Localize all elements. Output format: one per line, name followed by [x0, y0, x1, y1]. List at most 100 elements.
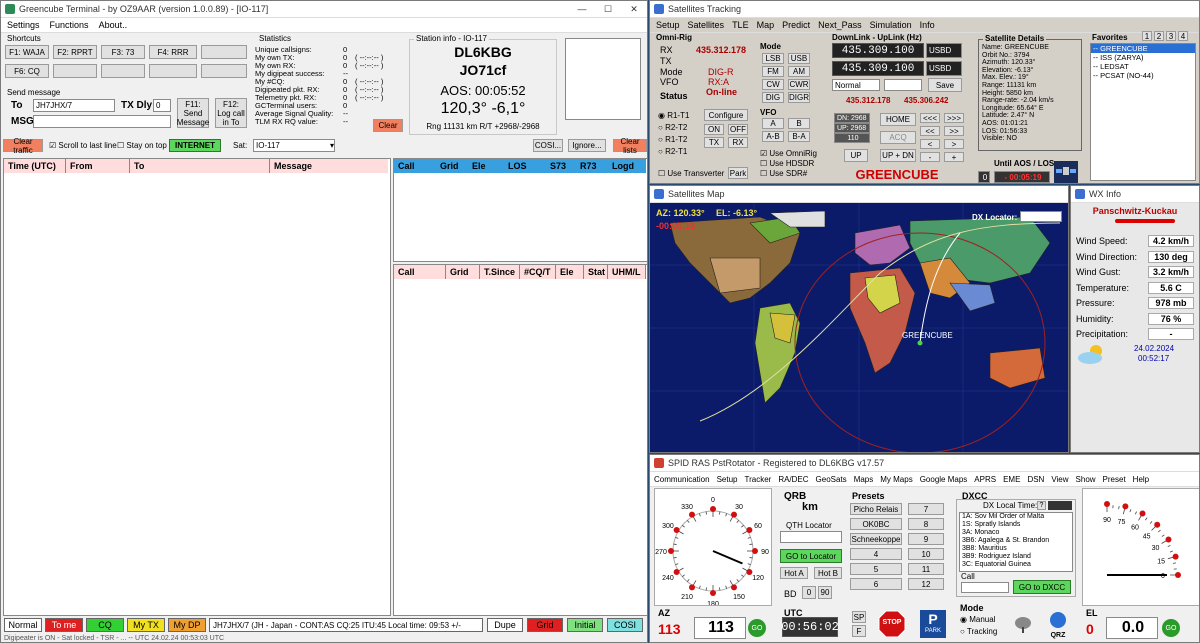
dxcc-item[interactable]: 3A: Monaco — [960, 529, 1072, 537]
f-button[interactable]: F — [852, 625, 866, 637]
list2-col[interactable]: #CQ/T — [520, 265, 556, 279]
configure-button[interactable]: Configure — [704, 109, 748, 121]
favorite-item[interactable]: -- GREENCUBE — [1091, 44, 1195, 53]
dx-locator-input[interactable] — [1020, 211, 1062, 222]
dxcc-item[interactable]: 3B8: Mauritius — [960, 545, 1072, 553]
list2-col[interactable]: UHM/L — [608, 265, 646, 279]
azimuth-dial[interactable]: 0 30 60 90 120 150 180 210 240 270 300 330 — [655, 489, 771, 608]
go-to-locator-button[interactable]: GO to Locator — [780, 549, 842, 563]
col-from[interactable]: From — [66, 159, 130, 173]
use-sdr-checkbox[interactable]: ☐ Use SDR# — [760, 169, 807, 178]
rig-radio[interactable]: ○ R1-T2 — [658, 135, 687, 144]
filter-mytx-button[interactable]: My TX — [127, 618, 165, 632]
mode-button[interactable]: CW — [762, 79, 784, 90]
rotator-menu-item[interactable]: Communication — [654, 475, 710, 484]
preset-button[interactable]: OK0BC — [850, 518, 902, 530]
filter-initial-button[interactable]: Initial — [567, 618, 603, 632]
step-left-small-button[interactable]: < — [920, 139, 940, 149]
shortcut-f1-button[interactable]: F1: WAJA — [5, 45, 49, 59]
tracking-menu-item[interactable]: Simulation — [870, 20, 912, 30]
plus-button[interactable]: + — [944, 152, 964, 162]
list2-col[interactable]: Grid — [446, 265, 480, 279]
shortcut-f6-button[interactable]: F6: CQ — [5, 64, 49, 78]
rig-radio[interactable]: ◉ R1-T1 — [658, 111, 689, 120]
list1-col[interactable]: Grid — [436, 159, 468, 173]
step-left-button[interactable]: << — [920, 126, 940, 136]
tracking-menu-item[interactable]: TLE — [732, 20, 749, 30]
uplink-frequency[interactable]: 435.309.100 — [832, 61, 924, 76]
vfo-ab-button[interactable]: A-B — [762, 131, 784, 142]
use-hdsdr-checkbox[interactable]: ☐ Use HDSDR — [760, 159, 814, 168]
station-list[interactable]: Call Grid Ele LOS S73 R73 Logd — [393, 158, 647, 262]
vfo-ba-button[interactable]: B-A — [788, 131, 810, 142]
ignore-button[interactable]: Ignore... — [568, 139, 606, 152]
rig-radio[interactable]: ○ R2-T2 — [658, 123, 687, 132]
dxcc-item[interactable]: 3B6: Agalega & St. Brandon — [960, 537, 1072, 545]
shortcut-f4-button[interactable]: F4: RRR — [149, 45, 197, 59]
filter-cosi-button[interactable]: COSI — [607, 618, 643, 632]
sp-button[interactable]: SP — [852, 611, 866, 623]
favorites-list[interactable]: -- GREENCUBE -- ISS (ZARYA) -- LEDSAT -- PC… — [1090, 43, 1196, 181]
step-right-button[interactable]: >> — [944, 126, 964, 136]
tracking-menu-item[interactable]: Predict — [782, 20, 810, 30]
step-right-fast-button[interactable]: >>> — [944, 113, 964, 123]
list1-col[interactable]: Logd — [608, 159, 646, 173]
mode-button[interactable]: FM — [762, 66, 784, 77]
minus-button[interactable]: - — [920, 152, 940, 162]
go-to-dxcc-button[interactable]: GO to DXCC — [1013, 580, 1071, 594]
filter-normal-button[interactable]: Normal — [4, 618, 42, 632]
rotator-menu-item[interactable]: Setup — [717, 475, 738, 484]
mode-button[interactable]: LSB — [762, 53, 784, 64]
list1-col[interactable]: R73 — [576, 159, 608, 173]
col-to[interactable]: To — [130, 159, 270, 173]
elevation-dial[interactable]: 0153045607590 — [1083, 489, 1199, 605]
rotator-menu-item[interactable]: EME — [1003, 475, 1020, 484]
qrz-icon[interactable]: QRZ — [1046, 610, 1070, 639]
mode-tracking-radio[interactable]: ○ Tracking — [960, 627, 997, 636]
dxcc-list[interactable]: 1A: Sov Mil Order of Malta 1S: Spratly Is… — [959, 512, 1073, 572]
minimize-icon[interactable]: — — [569, 1, 595, 17]
dxcc-item[interactable]: 1S: Spratly Islands — [960, 521, 1072, 529]
tracking-menu-item[interactable]: Map — [757, 20, 775, 30]
message-input[interactable] — [33, 115, 171, 128]
rig-on-button[interactable]: ON — [704, 124, 724, 135]
to-input[interactable]: JH7JHX/7 — [33, 99, 115, 112]
favorite-item[interactable]: -- LEDSAT — [1091, 62, 1195, 71]
shortcut-empty-button[interactable] — [201, 64, 247, 78]
shortcut-empty-button[interactable] — [201, 45, 247, 59]
save-button[interactable]: Save — [928, 78, 962, 92]
rotator-menu-item[interactable]: View — [1051, 475, 1068, 484]
tracking-menu-item[interactable]: Satellites — [688, 20, 725, 30]
az-go-button[interactable]: GO — [748, 619, 766, 637]
filter-tome-button[interactable]: To me — [45, 618, 83, 632]
dish-antenna-icon[interactable] — [1012, 613, 1034, 635]
preset-button[interactable]: 8 — [908, 518, 944, 530]
list1-col[interactable]: Call — [394, 159, 436, 173]
bd-zero-button[interactable]: 0 — [802, 586, 816, 599]
list1-col[interactable]: S73 — [546, 159, 576, 173]
qth-locator-input[interactable] — [780, 531, 842, 543]
doppler-mode-select[interactable]: Normal — [832, 79, 880, 91]
cosi-button[interactable]: COSI... — [533, 139, 563, 152]
park-rig-button[interactable]: Park — [728, 167, 748, 179]
log-call-button[interactable]: F12: Log call in To — [215, 98, 247, 128]
rig-tx-button[interactable]: TX — [704, 137, 724, 148]
sat-select[interactable]: IO-117 ▾ — [253, 139, 335, 152]
rig-radio[interactable]: ○ R2-T1 — [658, 147, 687, 156]
clear-traffic-button[interactable]: Clear traffic — [3, 137, 43, 155]
preset-button[interactable]: 10 — [908, 548, 944, 560]
favorite-item[interactable]: -- ISS (ZARYA) — [1091, 53, 1195, 62]
el-go-button[interactable]: GO — [1162, 619, 1180, 637]
message-table[interactable]: Time (UTC) From To Message — [3, 158, 391, 616]
rotator-titlebar[interactable]: SPID RAS PstRotator - Registered to DL6K… — [650, 455, 1199, 472]
rotator-menu-item[interactable]: Help — [1133, 475, 1149, 484]
hot-b-button[interactable]: Hot B — [814, 567, 842, 579]
preset-button[interactable]: 7 — [908, 503, 944, 515]
rotator-menu-item[interactable]: GeoSats — [816, 475, 847, 484]
shortcut-empty-button[interactable] — [149, 64, 197, 78]
shortcut-empty-button[interactable] — [101, 64, 145, 78]
rotator-menu-item[interactable]: Maps — [854, 475, 874, 484]
col-message[interactable]: Message — [270, 159, 388, 173]
clear-lists-button[interactable]: Clear lists — [613, 137, 647, 155]
dxcc-item[interactable]: 1A: Sov Mil Order of Malta — [960, 513, 1072, 521]
